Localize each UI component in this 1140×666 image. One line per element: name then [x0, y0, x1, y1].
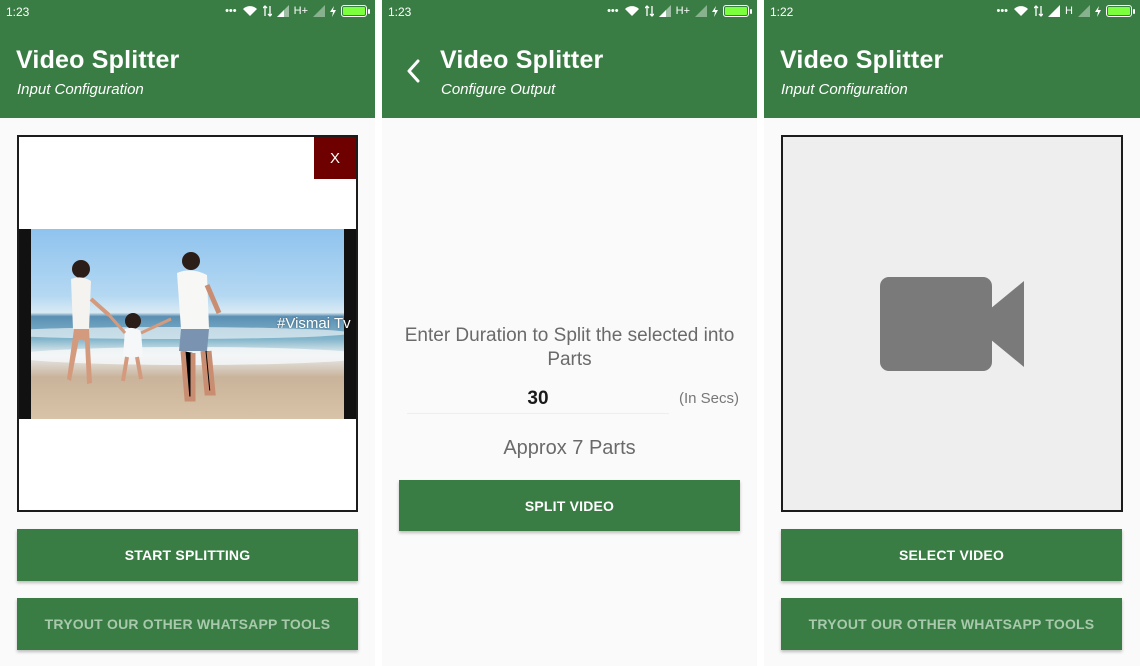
- video-preview: X #Vismai Tv: [17, 135, 358, 512]
- app-bar: Video Splitter Configure Output: [382, 26, 757, 118]
- status-time: 1:23: [388, 5, 412, 19]
- status-icons: ••• H+: [607, 5, 752, 17]
- status-bar: 1:23 ••• H+: [0, 0, 375, 26]
- app-subtitle: Configure Output: [441, 81, 556, 98]
- wifi-icon: [624, 6, 639, 16]
- network-type: H+: [293, 5, 308, 17]
- close-preview-button[interactable]: X: [314, 137, 356, 179]
- status-icons: ••• H+: [225, 5, 370, 17]
- app-subtitle: Input Configuration: [17, 81, 144, 98]
- duration-unit: (In Secs): [679, 390, 740, 407]
- no-signal-icon: [1078, 5, 1090, 17]
- network-type: H+: [675, 5, 690, 17]
- duration-input[interactable]: [407, 384, 669, 414]
- data-arrows-icon: [262, 5, 272, 17]
- more-dots-icon: •••: [607, 5, 619, 17]
- status-icons: ••• H: [996, 5, 1135, 17]
- network-type: H: [1065, 5, 1073, 17]
- more-dots-icon: •••: [225, 5, 237, 17]
- back-button[interactable]: [400, 56, 426, 86]
- status-time: 1:22: [770, 5, 794, 19]
- more-dots-icon: •••: [996, 5, 1009, 17]
- signal-icon: [1048, 5, 1061, 17]
- app-title: Video Splitter: [440, 46, 604, 74]
- signal-icon: [658, 5, 671, 17]
- battery-icon: [341, 5, 370, 17]
- app-bar: Video Splitter Input Configuration: [764, 26, 1140, 118]
- signal-icon: [276, 5, 289, 17]
- approx-parts: Approx 7 Parts: [503, 437, 636, 459]
- app-bar: Video Splitter Input Configuration: [0, 26, 375, 118]
- screen-input-configuration: 1:23 ••• H+ Video Splitter Input Configu…: [0, 0, 375, 666]
- screen-configure-output: 1:23 ••• H+ Video Splitter Configure Out…: [382, 0, 757, 666]
- no-signal-icon: [313, 5, 325, 17]
- split-video-button[interactable]: SPLIT VIDEO: [399, 480, 740, 531]
- app-title: Video Splitter: [16, 46, 180, 74]
- status-bar: 1:22 ••• H: [764, 0, 1140, 26]
- status-time: 1:23: [6, 5, 30, 19]
- no-signal-icon: [695, 5, 707, 17]
- whatsapp-tools-button[interactable]: TRYOUT OUR OTHER WHATSAPP TOOLS: [781, 598, 1122, 650]
- screens: 1:23 ••• H+ Video Splitter Input Configu…: [0, 0, 1140, 666]
- app-subtitle: Input Configuration: [781, 81, 908, 98]
- wifi-icon: [1014, 6, 1029, 16]
- whatsapp-tools-button[interactable]: TRYOUT OUR OTHER WHATSAPP TOOLS: [17, 598, 358, 650]
- video-camera-icon: [880, 277, 1024, 371]
- wifi-icon: [242, 6, 257, 16]
- screen-select-video: 1:22 ••• H Video Splitter Input Configur…: [764, 0, 1140, 666]
- duration-prompt: Enter Duration to Split the selected int…: [404, 325, 735, 370]
- charging-icon: [1095, 5, 1101, 17]
- status-bar: 1:23 ••• H+: [382, 0, 757, 26]
- battery-icon: [723, 5, 752, 17]
- back-arrow-icon: [407, 59, 420, 83]
- app-title: Video Splitter: [780, 46, 944, 74]
- battery-icon: [1106, 5, 1135, 17]
- charging-icon: [712, 5, 718, 17]
- start-splitting-button[interactable]: START SPLITTING: [17, 529, 358, 581]
- duration-row: (In Secs): [407, 384, 742, 416]
- charging-icon: [330, 5, 336, 17]
- video-picker-area[interactable]: [781, 135, 1123, 512]
- video-thumbnail: #Vismai Tv: [19, 229, 356, 419]
- video-watermark: #Vismai Tv: [277, 315, 351, 332]
- data-arrows-icon: [644, 5, 654, 17]
- data-arrows-icon: [1034, 5, 1044, 17]
- select-video-button[interactable]: SELECT VIDEO: [781, 529, 1122, 581]
